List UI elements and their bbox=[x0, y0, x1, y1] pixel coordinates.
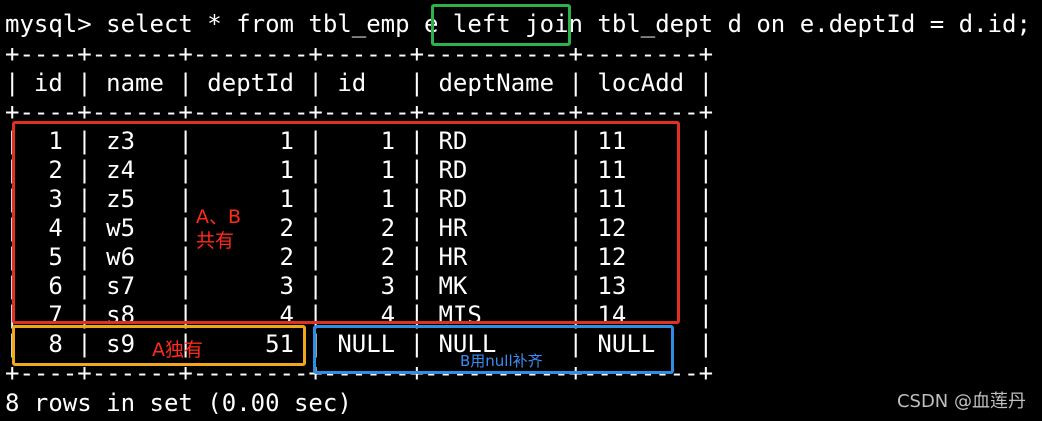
result-summary-line: 8 rows in set (0.00 sec) bbox=[5, 389, 352, 417]
table-header-row: | id | name | deptId | id | deptName | l… bbox=[5, 69, 714, 97]
terminal-window[interactable]: mysql> select * from tbl_emp e left join… bbox=[0, 0, 1042, 421]
b-null-label: B用null补齐 bbox=[460, 352, 543, 370]
shared-rows-highlight-box bbox=[12, 121, 680, 324]
csdn-watermark: CSDN @血莲丹 bbox=[896, 391, 1026, 412]
shared-label-line1: A、B bbox=[196, 206, 242, 228]
shared-label-line2: 共有 bbox=[196, 230, 235, 252]
left-join-highlight-box bbox=[431, 4, 571, 46]
a-only-label: A独有 bbox=[152, 339, 203, 361]
shared-label: A、B 共有 bbox=[196, 205, 241, 253]
table-border-top: +----+------+--------+------+----------+… bbox=[5, 40, 714, 68]
